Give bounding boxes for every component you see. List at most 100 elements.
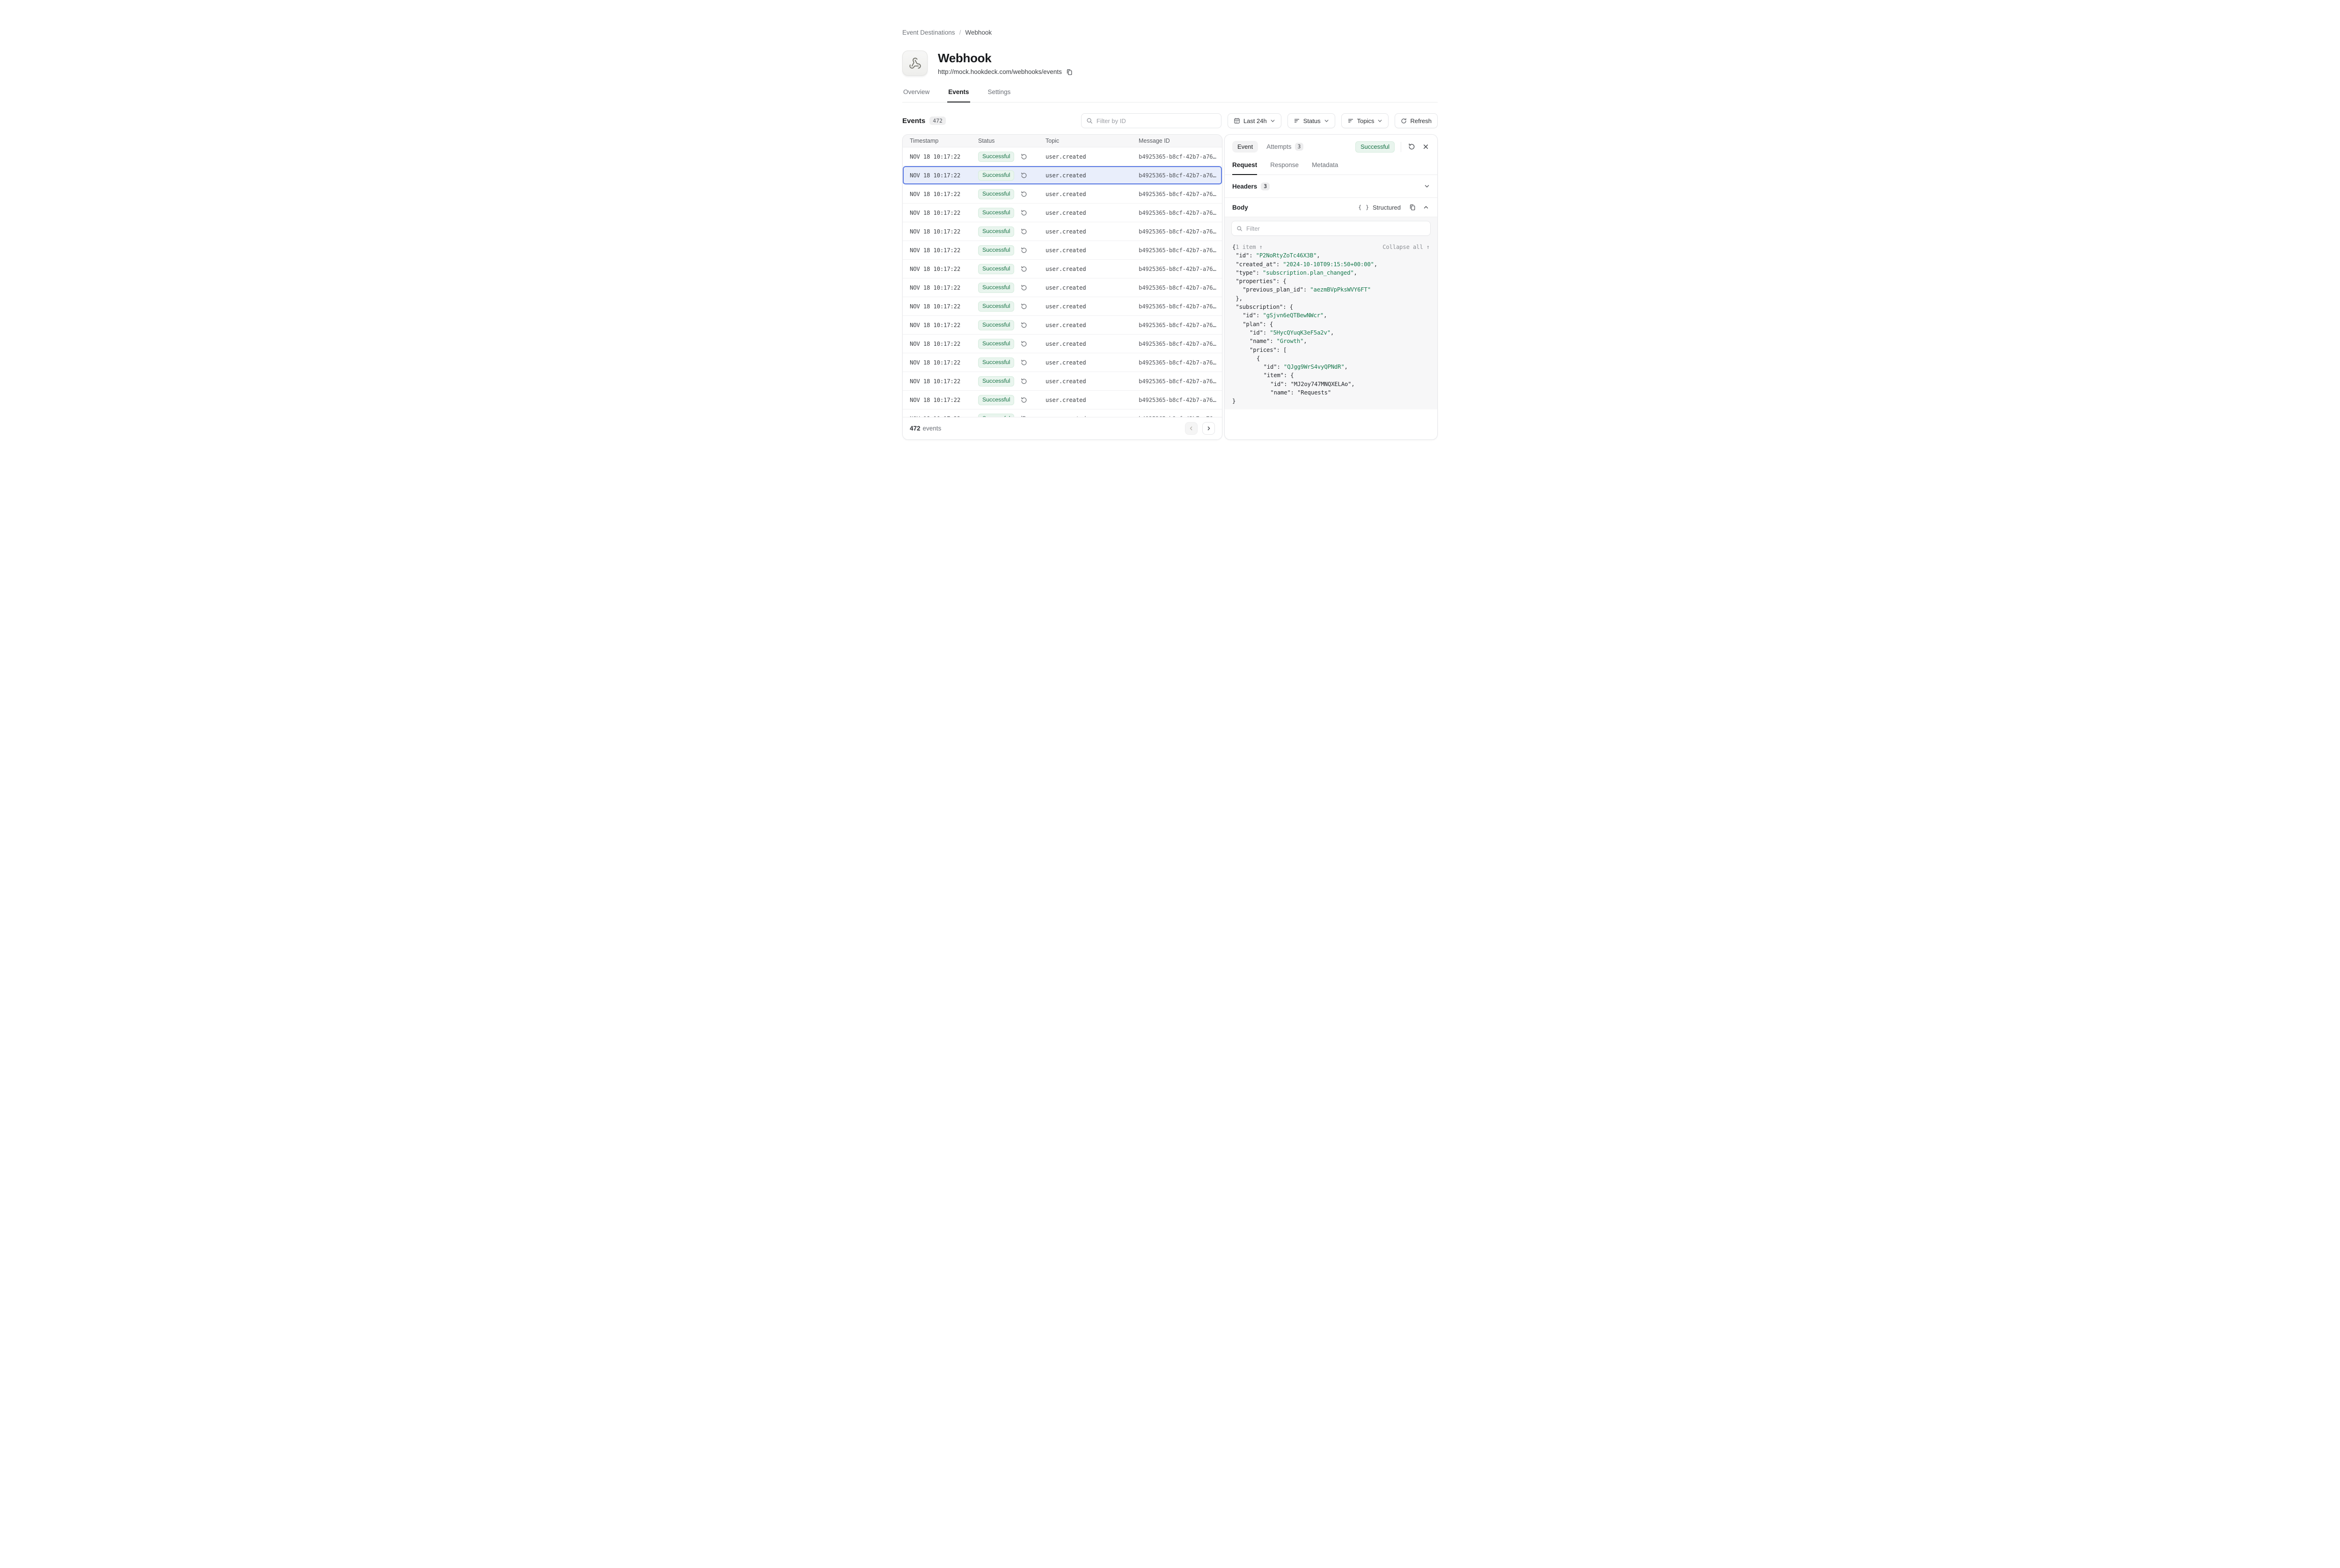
status-filter-button[interactable]: Status — [1287, 113, 1335, 128]
row-retry-icon[interactable] — [1021, 303, 1027, 310]
table-row[interactable]: NOV 18 10:17:22 Successful user.created … — [903, 297, 1222, 316]
row-message-id: b4925365-b8cf-42b7-a76… — [1139, 378, 1216, 385]
copy-body-icon[interactable] — [1408, 203, 1417, 211]
row-timestamp: NOV 18 10:17:22 — [910, 228, 960, 235]
json-viewer: {1 item ↑Collapse all ↑"id": "P2NoRtyZoT… — [1225, 236, 1437, 406]
row-retry-icon[interactable] — [1021, 191, 1027, 197]
row-retry-icon[interactable] — [1021, 210, 1027, 216]
collapse-all-button[interactable]: Collapse all ↑ — [1382, 243, 1430, 251]
row-status-badge: Successful — [978, 339, 1014, 349]
next-page-button[interactable] — [1202, 422, 1215, 435]
table-row[interactable]: NOV 18 10:17:22 Successful user.created … — [903, 204, 1222, 222]
table-footer: 472 events — [903, 417, 1222, 439]
breadcrumb-parent-link[interactable]: Event Destinations — [902, 29, 955, 36]
row-topic: user.created — [1046, 247, 1086, 254]
row-retry-icon[interactable] — [1021, 359, 1027, 366]
tab-metadata[interactable]: Metadata — [1312, 161, 1338, 175]
body-filter-input[interactable] — [1246, 225, 1426, 232]
body-filter-box — [1231, 221, 1431, 236]
table-row[interactable]: NOV 18 10:17:22 Successful user.created … — [903, 185, 1222, 204]
refresh-icon — [1401, 118, 1407, 124]
row-topic: user.created — [1046, 153, 1086, 160]
tab-overview[interactable]: Overview — [902, 88, 930, 102]
attempts-tab[interactable]: Attempts 3 — [1266, 143, 1303, 151]
row-retry-icon[interactable] — [1021, 266, 1027, 272]
copy-url-button[interactable] — [1066, 68, 1073, 76]
table-row[interactable]: NOV 18 10:17:22 Successful user.created … — [903, 316, 1222, 335]
row-retry-icon[interactable] — [1021, 341, 1027, 347]
tab-settings[interactable]: Settings — [987, 88, 1012, 102]
row-timestamp: NOV 18 10:17:22 — [910, 322, 960, 328]
filter-by-id-input[interactable] — [1097, 117, 1216, 124]
row-retry-icon[interactable] — [1021, 397, 1027, 403]
row-timestamp: NOV 18 10:17:22 — [910, 359, 960, 366]
page-header: Webhook http://mock.hookdeck.com/webhook… — [902, 51, 1438, 76]
headers-section-toggle[interactable]: Headers 3 — [1225, 175, 1437, 198]
table-row[interactable]: NOV 18 10:17:22 Successful user.created … — [903, 409, 1222, 417]
row-status-badge: Successful — [978, 414, 1014, 417]
time-range-button[interactable]: Last 24h — [1228, 113, 1281, 128]
row-retry-icon[interactable] — [1021, 322, 1027, 328]
events-toolbar: Events 472 Last 2 — [902, 113, 1438, 128]
row-timestamp: NOV 18 10:17:22 — [910, 303, 960, 310]
table-row[interactable]: NOV 18 10:17:22 Successful user.created … — [903, 278, 1222, 297]
page: Event Destinations / Webhook Webhook htt… — [902, 0, 1438, 468]
row-message-id: b4925365-b8cf-42b7-a76… — [1139, 191, 1216, 197]
column-header-status: Status — [978, 138, 1046, 144]
table-row[interactable]: NOV 18 10:17:22 Successful user.created … — [903, 241, 1222, 260]
row-message-id: b4925365-b8cf-42b7-a76… — [1139, 359, 1216, 366]
row-status-badge: Successful — [978, 152, 1014, 162]
table-row[interactable]: NOV 18 10:17:22 Successful user.created … — [903, 335, 1222, 353]
row-retry-icon[interactable] — [1021, 172, 1027, 179]
headers-count-badge: 3 — [1261, 182, 1270, 190]
events-count-badge: 472 — [929, 117, 946, 125]
row-message-id: b4925365-b8cf-42b7-a76… — [1139, 322, 1216, 328]
row-timestamp: NOV 18 10:17:22 — [910, 341, 960, 347]
chevron-down-icon — [1424, 183, 1430, 189]
filter-by-id-search — [1081, 113, 1221, 128]
table-row[interactable]: NOV 18 10:17:22 Successful user.created … — [903, 391, 1222, 409]
event-tab-chip[interactable]: Event — [1232, 141, 1258, 153]
row-topic: user.created — [1046, 397, 1086, 403]
calendar-icon — [1234, 117, 1240, 124]
row-status-badge: Successful — [978, 301, 1014, 312]
row-message-id: b4925365-b8cf-42b7-a76… — [1139, 210, 1216, 216]
table-row[interactable]: NOV 18 10:17:22 Successful user.created … — [903, 222, 1222, 241]
search-icon — [1236, 226, 1243, 232]
row-status-badge: Successful — [978, 208, 1014, 218]
table-row[interactable]: NOV 18 10:17:22 Successful user.created … — [903, 147, 1222, 166]
tab-events[interactable]: Events — [947, 88, 970, 102]
table-row[interactable]: NOV 18 10:17:22 Successful user.created … — [903, 372, 1222, 391]
row-message-id: b4925365-b8cf-42b7-a76… — [1139, 341, 1216, 347]
row-topic: user.created — [1046, 322, 1086, 328]
row-retry-icon[interactable] — [1021, 378, 1027, 385]
structured-label: Structured — [1373, 204, 1401, 211]
row-topic: user.created — [1046, 228, 1086, 235]
table-row[interactable]: NOV 18 10:17:22 Successful user.created … — [903, 353, 1222, 372]
column-header-topic: Topic — [1046, 138, 1139, 144]
tab-request[interactable]: Request — [1232, 161, 1257, 175]
events-heading: Events 472 — [902, 117, 946, 125]
topics-filter-button[interactable]: Topics — [1341, 113, 1389, 128]
row-timestamp: NOV 18 10:17:22 — [910, 397, 960, 403]
row-status-badge: Successful — [978, 189, 1014, 199]
row-retry-icon[interactable] — [1021, 228, 1027, 235]
table-row[interactable]: NOV 18 10:17:22 Successful user.created … — [903, 260, 1222, 278]
event-status-badge: Successful — [1355, 141, 1395, 153]
page-tabs: Overview Events Settings — [902, 88, 1438, 102]
table-row[interactable]: NOV 18 10:17:22 Successful user.created … — [903, 166, 1222, 185]
row-timestamp: NOV 18 10:17:22 — [910, 210, 960, 216]
structured-view-toggle[interactable]: { } Structured — [1358, 204, 1401, 211]
body-json-area: {1 item ↑Collapse all ↑"id": "P2NoRtyZoT… — [1225, 217, 1437, 409]
row-retry-icon[interactable] — [1021, 247, 1027, 254]
refresh-button[interactable]: Refresh — [1395, 113, 1438, 128]
collapse-body-chevron-up-icon[interactable] — [1422, 204, 1430, 211]
retry-event-icon[interactable] — [1407, 142, 1416, 151]
close-panel-icon[interactable] — [1422, 143, 1430, 151]
tab-response[interactable]: Response — [1270, 161, 1299, 175]
row-retry-icon[interactable] — [1021, 153, 1027, 160]
table-header-row: Timestamp Status Topic Message ID — [903, 135, 1222, 147]
row-status-badge: Successful — [978, 264, 1014, 274]
previous-page-button[interactable] — [1185, 422, 1198, 435]
row-retry-icon[interactable] — [1021, 284, 1027, 291]
